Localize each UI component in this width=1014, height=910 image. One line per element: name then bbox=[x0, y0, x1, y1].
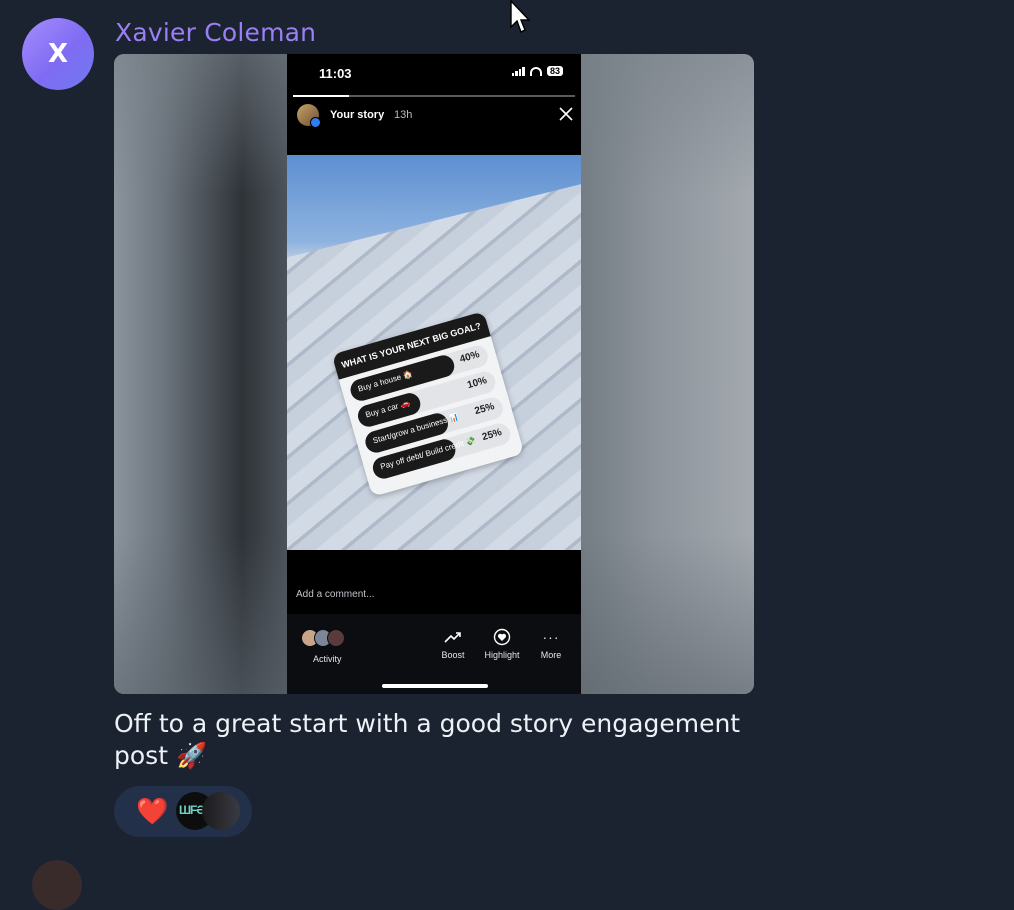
more-dots-icon: ··· bbox=[542, 629, 560, 645]
poll-option-percent: 40% bbox=[458, 349, 481, 366]
reaction-pill[interactable]: ❤️ ШFƏB bbox=[114, 786, 252, 837]
post-image[interactable]: 11:03 83 Your story 13h WHAT IS YOUR NEX… bbox=[114, 54, 754, 694]
mouse-cursor-icon bbox=[510, 0, 531, 33]
more-item: ··· More bbox=[529, 628, 573, 660]
highlight-heart-icon bbox=[493, 628, 511, 646]
poll-option-percent: 25% bbox=[473, 401, 496, 418]
story-screenshot: 11:03 83 Your story 13h WHAT IS YOUR NEX… bbox=[287, 54, 581, 694]
poll-option-percent: 25% bbox=[480, 427, 504, 444]
boost-label: Boost bbox=[441, 650, 465, 660]
heart-reaction-icon: ❤️ bbox=[136, 796, 169, 826]
poll-option-percent: 10% bbox=[466, 375, 489, 392]
home-indicator bbox=[382, 684, 488, 688]
reactor-avatar bbox=[202, 792, 240, 830]
story-progress bbox=[293, 95, 575, 97]
story-age: 13h bbox=[394, 109, 413, 121]
comment-placeholder: Add a comment... bbox=[296, 589, 375, 600]
story-progress-fill bbox=[293, 95, 350, 97]
author-initial: X bbox=[47, 39, 69, 69]
story-photo: WHAT IS YOUR NEXT BIG GOAL? Buy a house … bbox=[287, 155, 581, 550]
signal-icon bbox=[511, 66, 525, 76]
battery-icon: 83 bbox=[546, 66, 563, 76]
wifi-icon bbox=[529, 66, 542, 76]
add-badge-icon bbox=[310, 117, 321, 128]
viewer-avatars bbox=[301, 629, 345, 647]
more-label: More bbox=[540, 650, 562, 660]
status-time: 11:03 bbox=[319, 66, 352, 81]
story-toolbar: Activity Boost Highlight ··· More bbox=[287, 614, 581, 694]
trending-up-icon bbox=[444, 632, 461, 643]
status-icons: 83 bbox=[511, 66, 563, 76]
highlight-label: Highlight bbox=[484, 650, 520, 660]
close-icon bbox=[559, 107, 573, 121]
author-avatar[interactable]: X bbox=[22, 18, 94, 90]
story-title: Your story bbox=[330, 109, 385, 121]
author-name[interactable]: Xavier Coleman bbox=[115, 18, 316, 47]
boost-item: Boost bbox=[431, 628, 475, 660]
story-avatar bbox=[297, 104, 321, 128]
activity-label: Activity bbox=[313, 654, 342, 664]
highlight-item: Highlight bbox=[480, 628, 524, 660]
post-caption: Off to a great start with a good story e… bbox=[114, 709, 741, 770]
